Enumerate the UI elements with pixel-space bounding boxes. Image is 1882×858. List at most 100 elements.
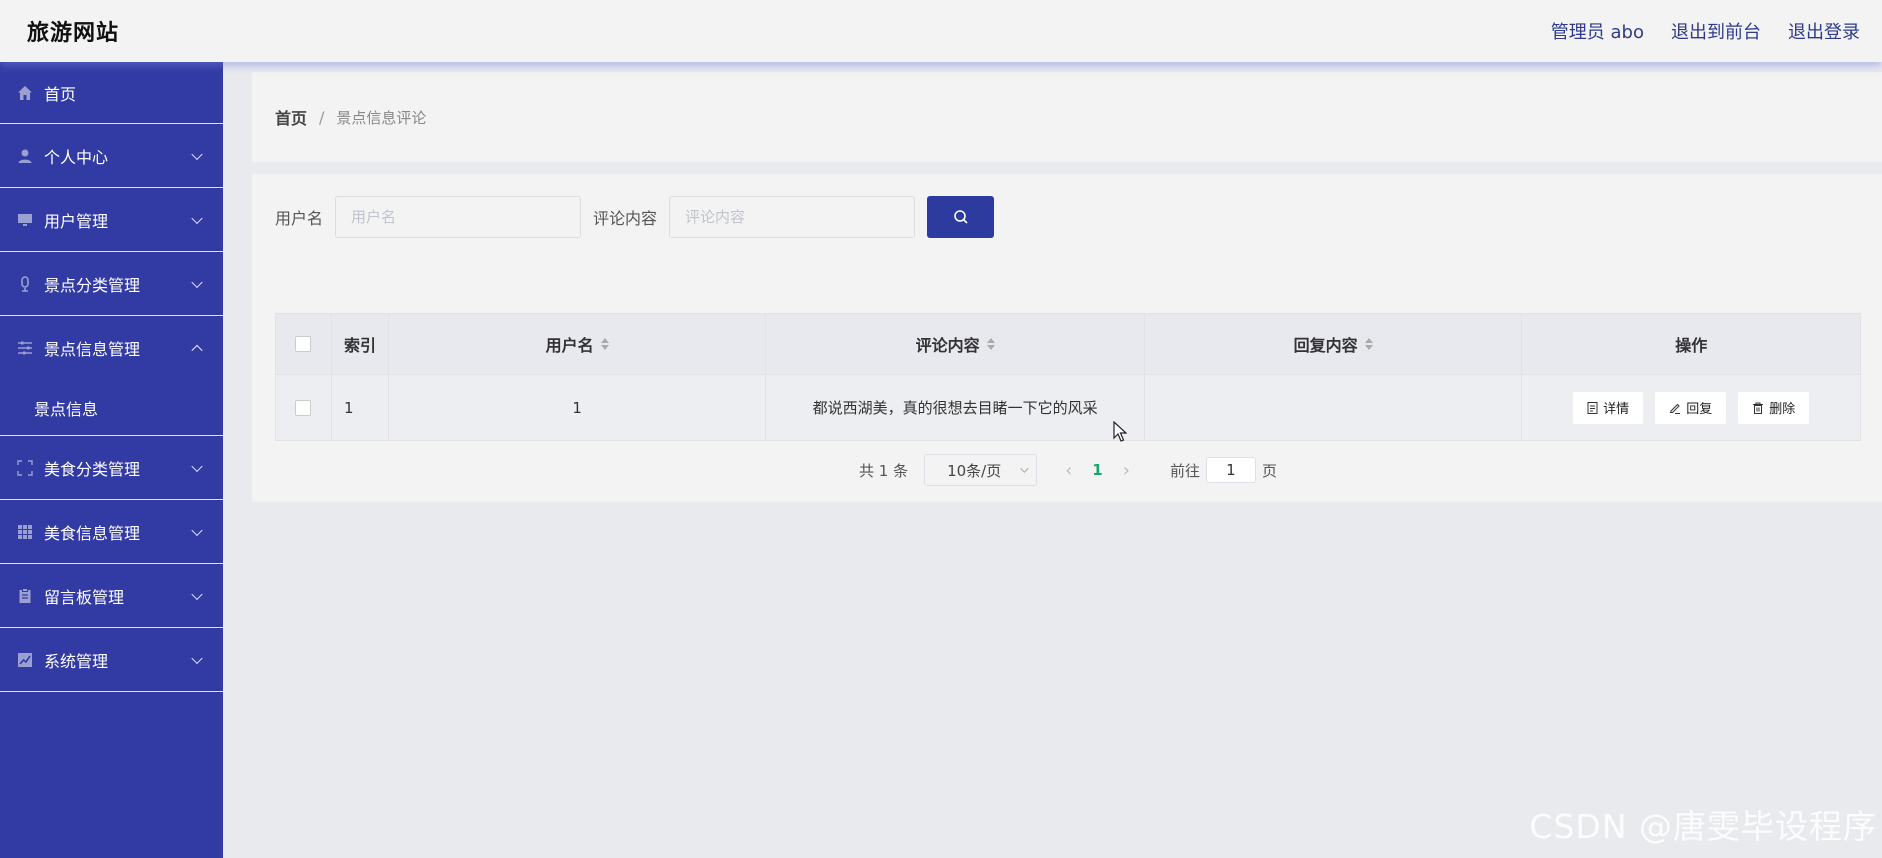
chevron-down-icon	[191, 212, 203, 224]
header-username-label: 用户名	[545, 336, 594, 355]
header-comment-label: 评论内容	[915, 336, 980, 355]
header-reply-label: 回复内容	[1293, 336, 1358, 355]
username-label: 用户名	[275, 209, 324, 228]
search-bar: 用户名 评论内容	[275, 196, 995, 238]
row-checkbox[interactable]	[295, 399, 312, 416]
sidebar-item-personal-center[interactable]: 个人中心	[0, 124, 223, 188]
header-actions: 管理员 abo 退出到前台 退出登录	[1551, 18, 1860, 44]
sidebar-item-label: 首页	[44, 84, 77, 104]
exit-to-front-link[interactable]: 退出到前台	[1671, 18, 1761, 44]
user-icon	[17, 148, 33, 164]
page-number[interactable]: 1	[1092, 461, 1102, 479]
reply-button-label: 回复	[1686, 402, 1713, 417]
sidebar-subitem-label: 景点信息	[34, 399, 99, 419]
select-all-checkbox[interactable]	[295, 336, 312, 352]
comments-table: 索引 用户名 评论内容 回复内容 操作 1 1 都说西湖美，真的很想去目睹一下它…	[275, 313, 1861, 441]
comment-search-input[interactable]	[669, 196, 916, 238]
sidebar-item-home[interactable]: 首页	[0, 62, 223, 124]
pagination: 共 1 条 10条/页 ‹ 1 › 前往 页	[859, 454, 1277, 486]
sidebar-item-user-management[interactable]: 用户管理	[0, 188, 223, 252]
grid-icon	[17, 524, 33, 540]
sidebar-item-scenic-info-management[interactable]: 景点信息管理	[0, 316, 223, 380]
header-username[interactable]: 用户名	[389, 314, 767, 374]
breadcrumb-separator: /	[319, 107, 325, 127]
page-size-select[interactable]: 10条/页	[924, 454, 1038, 486]
breadcrumb-home[interactable]: 首页	[275, 105, 307, 129]
search-button[interactable]	[927, 196, 995, 238]
sidebar-item-label: 美食分类管理	[44, 459, 141, 479]
sidebar-subitem-scenic-info[interactable]: 景点信息	[0, 380, 223, 436]
delete-button-label: 删除	[1769, 402, 1796, 417]
table-row: 1 1 都说西湖美，真的很想去目睹一下它的风采 详情 回复 删除	[276, 374, 1860, 440]
row-reply	[1145, 375, 1523, 440]
chevron-down-icon	[191, 276, 203, 288]
sort-icon[interactable]	[1364, 338, 1373, 350]
sidebar-item-food-category[interactable]: 美食分类管理	[0, 436, 223, 500]
row-username: 1	[389, 375, 767, 440]
sidebar-item-label: 留言板管理	[44, 587, 125, 607]
sidebar-item-label: 景点信息管理	[44, 340, 141, 359]
chevron-down-icon	[191, 524, 203, 536]
sliders-icon	[17, 340, 33, 356]
chevron-down-icon	[191, 148, 203, 160]
trash-icon	[1753, 402, 1764, 414]
document-icon	[1587, 401, 1598, 414]
search-icon	[953, 210, 968, 224]
header-operation-label: 操作	[1675, 336, 1708, 355]
content-panel: 用户名 评论内容 索引 用户名 评论内容 回复内容	[252, 174, 1882, 502]
next-page-button[interactable]: ›	[1123, 460, 1130, 481]
site-brand: 旅游网站	[27, 21, 120, 46]
sidebar: 首页 个人中心 用户管理 景点分类管理 景点信息管理 景点信息 美食分类管理 美…	[0, 62, 223, 858]
table-header-row: 索引 用户名 评论内容 回复内容 操作	[276, 314, 1860, 374]
chevron-down-icon	[191, 460, 203, 472]
row-checkbox-cell	[276, 375, 332, 440]
header-reply[interactable]: 回复内容	[1145, 314, 1523, 374]
sidebar-item-scenic-category[interactable]: 景点分类管理	[0, 252, 223, 316]
header-index: 索引	[332, 314, 389, 374]
mic-icon	[17, 275, 33, 292]
sidebar-item-system-management[interactable]: 系统管理	[0, 628, 223, 692]
mouse-cursor-icon	[1113, 421, 1127, 442]
page-size-value: 10条/页	[947, 461, 1002, 480]
fullscreen-icon	[17, 459, 33, 476]
goto-label: 前往	[1169, 461, 1200, 480]
row-operations: 详情 回复 删除	[1522, 375, 1860, 440]
sort-icon[interactable]	[600, 338, 609, 350]
sidebar-item-label: 景点分类管理	[44, 275, 141, 295]
edit-icon	[1669, 403, 1681, 414]
home-icon	[17, 85, 33, 101]
sidebar-item-label: 美食信息管理	[44, 523, 141, 543]
detail-button[interactable]: 详情	[1572, 390, 1645, 425]
goto-page-input[interactable]	[1205, 457, 1256, 483]
prev-page-button[interactable]: ‹	[1065, 460, 1072, 481]
header-comment[interactable]: 评论内容	[766, 314, 1145, 374]
chevron-down-icon	[191, 652, 203, 664]
sidebar-item-message-board[interactable]: 留言板管理	[0, 564, 223, 628]
page-unit: 页	[1261, 461, 1277, 480]
chevron-down-icon	[1020, 464, 1029, 473]
sidebar-item-label: 个人中心	[44, 147, 109, 167]
breadcrumb-current: 景点信息评论	[336, 108, 427, 127]
logout-link[interactable]: 退出登录	[1788, 18, 1860, 44]
sidebar-item-food-info-management[interactable]: 美食信息管理	[0, 500, 223, 564]
header-operation: 操作	[1522, 314, 1860, 374]
row-comment: 都说西湖美，真的很想去目睹一下它的风采	[766, 375, 1145, 440]
username-search-input[interactable]	[335, 196, 582, 238]
sidebar-item-label: 系统管理	[44, 651, 109, 671]
header-checkbox-cell	[276, 314, 332, 374]
sidebar-item-label: 用户管理	[44, 211, 109, 231]
total-count: 共 1 条	[859, 461, 909, 480]
row-index: 1	[332, 375, 389, 440]
breadcrumb: 首页 / 景点信息评论	[252, 72, 1882, 162]
clipboard-icon	[17, 587, 33, 604]
comment-label: 评论内容	[593, 209, 658, 228]
header-index-label: 索引	[343, 336, 376, 355]
chevron-up-icon	[191, 344, 203, 357]
chart-icon	[17, 652, 33, 668]
sort-icon[interactable]	[986, 338, 995, 350]
chevron-down-icon	[191, 588, 203, 600]
monitor-icon	[17, 212, 33, 228]
admin-label[interactable]: 管理员 abo	[1551, 18, 1644, 44]
reply-button[interactable]: 回复	[1654, 390, 1728, 425]
delete-button[interactable]: 删除	[1737, 390, 1811, 425]
